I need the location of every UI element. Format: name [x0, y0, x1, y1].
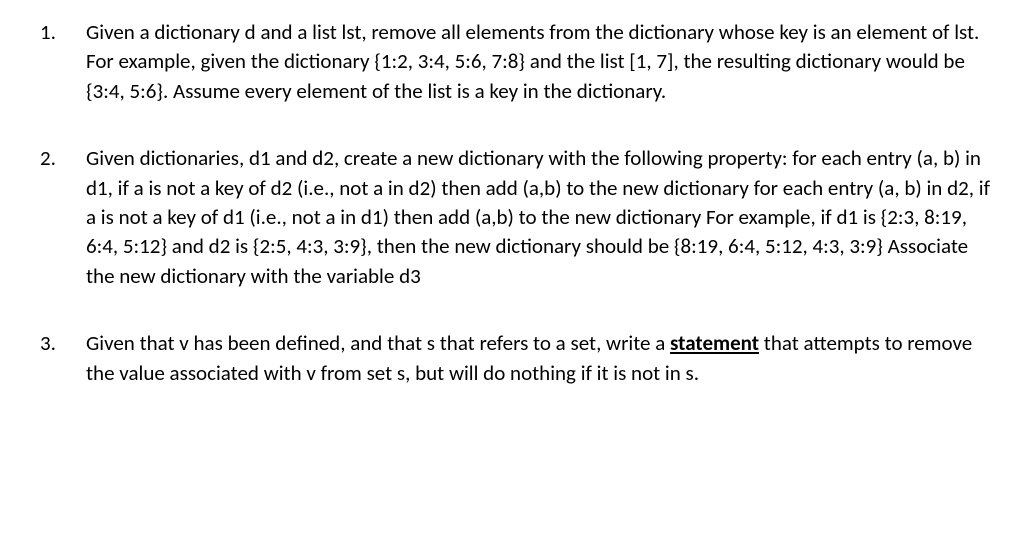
text-run: Given that v has been defined, and that … — [86, 330, 670, 356]
question-text: Given that v has been defined, and that … — [86, 329, 994, 388]
question-item: Given a dictionary d and a list lst, rem… — [30, 18, 994, 106]
text-run: Given dictionaries, d1 and d2, create a … — [86, 145, 990, 289]
question-list: Given a dictionary d and a list lst, rem… — [30, 18, 994, 388]
question-text: Given a dictionary d and a list lst, rem… — [86, 18, 994, 106]
question-item: Given that v has been defined, and that … — [30, 329, 994, 388]
question-item: Given dictionaries, d1 and d2, create a … — [30, 144, 994, 291]
emphasized-text: statement — [670, 330, 759, 356]
question-text: Given dictionaries, d1 and d2, create a … — [86, 144, 994, 291]
text-run: Given a dictionary d and a list lst, rem… — [86, 19, 979, 104]
